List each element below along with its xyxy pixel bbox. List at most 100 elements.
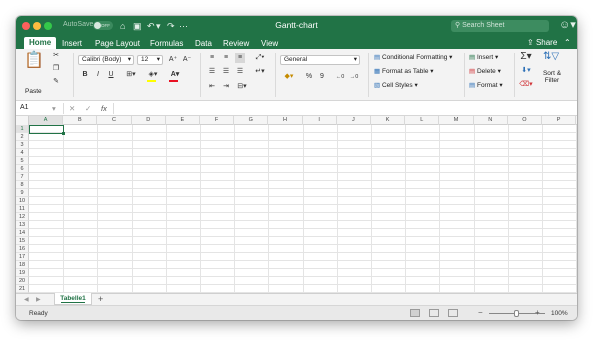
cancel-icon[interactable]: ✕: [69, 103, 75, 114]
format-cells-button[interactable]: ▤ Format ▾: [469, 81, 503, 90]
row-header[interactable]: 21: [16, 285, 29, 293]
sort-filter-icon[interactable]: ⇅▽: [540, 52, 562, 66]
insert-function-button[interactable]: fx: [101, 103, 107, 114]
feedback-smiley-icon[interactable]: ☺▾: [559, 19, 576, 32]
borders-icon[interactable]: ⊞▾: [124, 70, 138, 80]
row-header[interactable]: 17: [16, 253, 29, 261]
sort-filter-label-line2[interactable]: Filter: [542, 76, 562, 85]
clear-eraser-icon[interactable]: ⌫▾: [519, 80, 533, 90]
zoom-out-button[interactable]: −: [478, 308, 483, 318]
row-header[interactable]: 3: [16, 141, 29, 149]
column-header[interactable]: E: [166, 116, 200, 125]
insert-cells-button[interactable]: ▤ Insert ▾: [469, 53, 498, 62]
bold-button[interactable]: B: [80, 70, 90, 80]
row-header[interactable]: 18: [16, 261, 29, 269]
column-header[interactable]: B: [63, 116, 98, 125]
zoom-in-button[interactable]: +: [535, 308, 540, 318]
number-format-select[interactable]: General ▾: [280, 55, 360, 65]
row-header[interactable]: 5: [16, 157, 29, 165]
paste-icon[interactable]: 📋: [24, 52, 44, 70]
align-right-icon[interactable]: ☰: [235, 67, 245, 77]
row-header[interactable]: 20: [16, 277, 29, 285]
collapse-ribbon-icon[interactable]: ⌃: [564, 38, 571, 47]
decrease-decimal-icon[interactable]: →0: [348, 72, 360, 82]
add-sheet-icon[interactable]: +: [98, 294, 103, 305]
font-name-select[interactable]: Calibri (Body) ▾: [78, 55, 134, 65]
italic-button[interactable]: I: [93, 70, 103, 80]
conditional-formatting-button[interactable]: ▤ Conditional Formatting ▾: [374, 53, 452, 62]
selected-cell-a1[interactable]: [28, 124, 64, 134]
fill-handle[interactable]: [61, 131, 65, 135]
delete-cells-button[interactable]: ▤ Delete ▾: [469, 67, 501, 76]
column-header[interactable]: K: [371, 116, 406, 125]
page-layout-view-icon[interactable]: [429, 309, 439, 317]
row-header[interactable]: 13: [16, 221, 29, 229]
format-as-table-button[interactable]: ▦ Format as Table ▾: [374, 67, 434, 76]
copy-icon[interactable]: ❐: [51, 64, 61, 74]
tab-data[interactable]: Data: [195, 38, 212, 49]
next-sheet-icon[interactable]: ▶: [36, 295, 41, 305]
column-header[interactable]: P: [542, 116, 577, 125]
column-header[interactable]: C: [97, 116, 132, 125]
column-header[interactable]: F: [200, 116, 235, 125]
enter-check-icon[interactable]: ✓: [85, 103, 91, 114]
sheet-tab-tabelle1[interactable]: Tabelle1: [54, 293, 92, 305]
increase-indent-icon[interactable]: ⇥: [221, 82, 231, 92]
row-header[interactable]: 11: [16, 205, 29, 213]
column-header[interactable]: D: [132, 116, 166, 125]
align-top-icon[interactable]: ≡: [207, 53, 217, 63]
name-box[interactable]: A1: [20, 103, 29, 113]
row-header[interactable]: 2: [16, 133, 29, 141]
cut-icon[interactable]: ✂: [51, 51, 61, 61]
fill-color-icon[interactable]: ◈▾: [146, 70, 160, 80]
search-sheet-input[interactable]: ⚲ Search Sheet: [451, 20, 549, 32]
align-bottom-icon[interactable]: ≡: [235, 53, 245, 63]
share-button[interactable]: ⇪ Share: [527, 38, 557, 47]
row-header[interactable]: 7: [16, 173, 29, 181]
column-header[interactable]: O: [508, 116, 542, 125]
orientation-icon[interactable]: ⤢▾: [253, 53, 267, 63]
align-left-icon[interactable]: ☰: [207, 67, 217, 77]
format-painter-icon[interactable]: ✎: [51, 77, 61, 87]
tab-insert[interactable]: Insert: [62, 38, 82, 49]
column-header[interactable]: M: [439, 116, 474, 125]
column-header[interactable]: I: [303, 116, 337, 125]
underline-button[interactable]: U: [106, 70, 116, 80]
percent-style-button[interactable]: %: [304, 72, 314, 82]
font-color-icon[interactable]: A▾: [168, 70, 182, 80]
align-middle-icon[interactable]: ≡: [221, 53, 231, 63]
tab-review[interactable]: Review: [223, 38, 249, 49]
row-header[interactable]: 4: [16, 149, 29, 157]
row-header[interactable]: 10: [16, 197, 29, 205]
previous-sheet-icon[interactable]: ◀: [24, 295, 29, 305]
merge-center-icon[interactable]: ⊟▾: [235, 82, 249, 92]
wrap-text-icon[interactable]: ↵▾: [253, 67, 267, 77]
column-header[interactable]: G: [234, 116, 269, 125]
column-header[interactable]: H: [268, 116, 303, 125]
row-header[interactable]: 15: [16, 237, 29, 245]
worksheet-grid[interactable]: ABCDEFGHIJKLMNOP 1 2 3 4 5 6 7 8 9 10 11 12 13 14 15 16…: [16, 116, 577, 293]
fill-icon[interactable]: ⬇▾: [519, 66, 533, 76]
row-header[interactable]: 8: [16, 181, 29, 189]
decrease-indent-icon[interactable]: ⇤: [207, 82, 217, 92]
increase-decimal-icon[interactable]: ←0: [334, 72, 346, 82]
page-break-view-icon[interactable]: [448, 309, 458, 317]
row-header[interactable]: 6: [16, 165, 29, 173]
row-header[interactable]: 19: [16, 269, 29, 277]
tab-view[interactable]: View: [261, 38, 278, 49]
row-header[interactable]: 16: [16, 245, 29, 253]
column-header[interactable]: J: [337, 116, 371, 125]
font-size-select[interactable]: 12 ▾: [137, 55, 163, 65]
column-header[interactable]: L: [405, 116, 440, 125]
align-center-icon[interactable]: ☰: [221, 67, 231, 77]
cell-styles-button[interactable]: ▧ Cell Styles ▾: [374, 81, 418, 90]
autosum-icon[interactable]: Σ▾: [519, 52, 533, 62]
zoom-slider-knob[interactable]: [514, 310, 519, 317]
select-all-corner[interactable]: [16, 116, 29, 125]
decrease-font-icon[interactable]: A⁻: [181, 55, 193, 65]
row-header[interactable]: 1: [16, 125, 29, 133]
comma-style-button[interactable]: 9: [317, 72, 327, 82]
tab-formulas[interactable]: Formulas: [150, 38, 183, 49]
accounting-format-icon[interactable]: ◆▾: [282, 72, 296, 82]
column-header[interactable]: N: [474, 116, 508, 125]
